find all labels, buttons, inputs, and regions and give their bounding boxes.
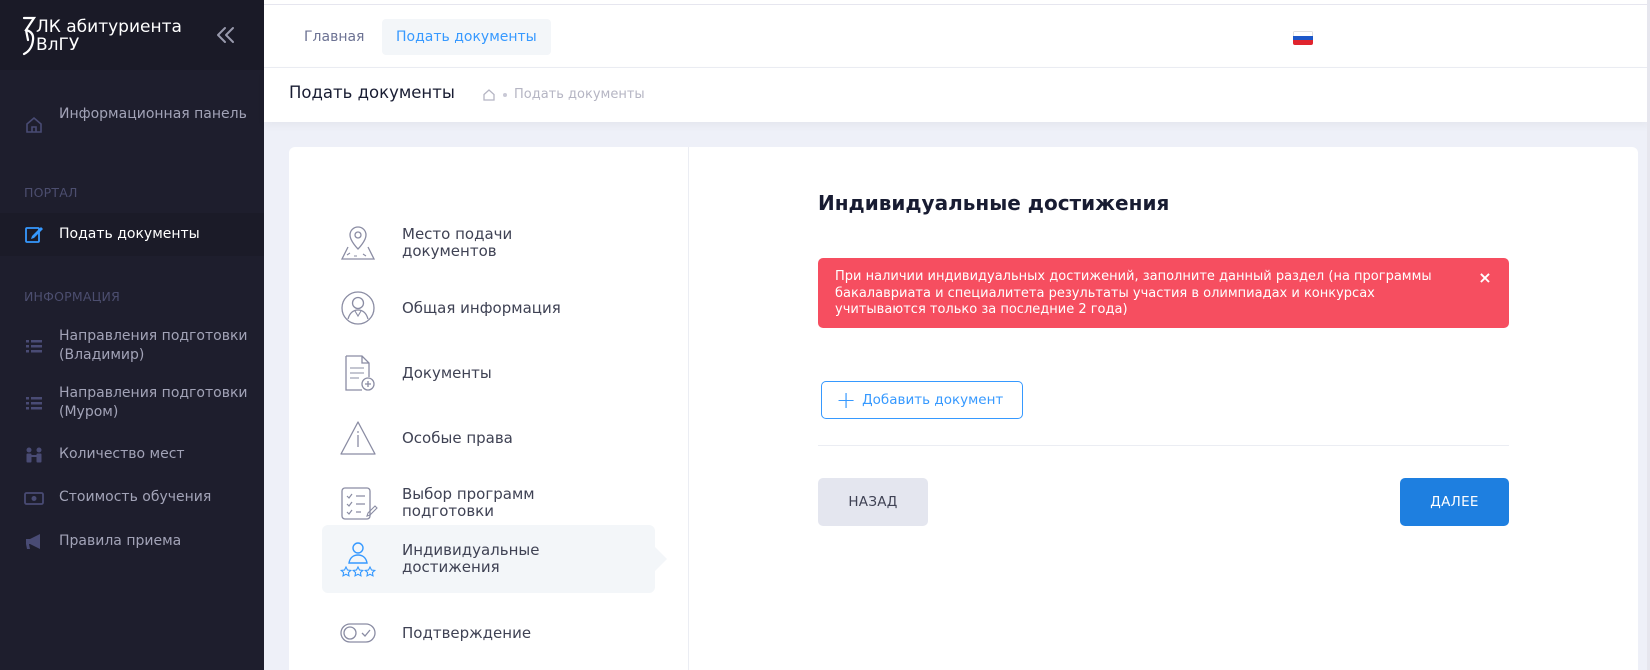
sidebar: ЛК абитуриента ВлГУ Информационная панел… (0, 0, 264, 670)
logo-mark-icon (22, 16, 36, 56)
money-icon (24, 488, 44, 508)
double-chevron-left-icon[interactable] (216, 26, 236, 44)
info-alert: При наличии индивидуальных достижений, з… (818, 258, 1509, 328)
section-title: Индивидуальные достижения (818, 191, 1170, 215)
back-button[interactable]: НАЗАД (818, 478, 928, 526)
wizard-steps: Место подачи документов Общая информация… (289, 147, 689, 670)
logo-text: ЛК абитуриента ВлГУ (36, 17, 182, 55)
sidebar-section-portal: ПОРТАЛ (24, 185, 78, 200)
sidebar-item-seats[interactable]: Количество мест (0, 441, 264, 469)
sidebar-item-programs-murom[interactable]: Направления подготовки (Муром) (0, 380, 264, 426)
breadcrumb-item[interactable]: Подать документы (514, 87, 645, 102)
wizard-step-label: Место подачи документов (402, 225, 513, 260)
wizard-step-label: Подтверждение (402, 623, 532, 642)
user-circle-icon (341, 291, 375, 325)
wizard-step-label: Индивидуальные достижения (402, 541, 540, 576)
megaphone-icon (24, 532, 44, 552)
sidebar-item-programs-vladimir[interactable]: Направления подготовки (Владимир) (0, 323, 264, 369)
wizard-step-individual-achievements[interactable]: Индивидуальные достижения (322, 525, 667, 593)
wizard-step-label: Документы (402, 363, 492, 382)
add-document-button[interactable]: + Добавить документ (821, 381, 1023, 419)
breadcrumb-separator (503, 92, 507, 97)
wizard-step-label: Выбор программ подготовки (402, 485, 535, 520)
alert-text: При наличии индивидуальных достижений, з… (835, 269, 1432, 317)
sidebar-item-label: Количество мест (59, 446, 185, 462)
subheader: Подать документы Подать документы (264, 68, 1650, 122)
map-pin-icon (340, 226, 376, 260)
home-icon (24, 115, 44, 135)
add-document-label: Добавить документ (862, 392, 1004, 408)
sidebar-item-label: Правила приема (59, 533, 182, 549)
achievement-icon (339, 542, 377, 577)
tab-home[interactable]: Главная (290, 19, 378, 55)
wizard-step-label: Особые права (402, 428, 513, 447)
tab-submit-documents[interactable]: Подать документы (382, 19, 551, 55)
breadcrumb: Подать документы (482, 87, 645, 102)
sidebar-section-info: ИНФОРМАЦИЯ (24, 289, 120, 304)
toggle-icon (340, 623, 376, 643)
people-icon (24, 445, 44, 465)
sidebar-item-label: Направления подготовки (Владимир) (59, 328, 248, 363)
sidebar-item-label: Подать документы (59, 226, 200, 242)
logo[interactable]: ЛК абитуриента ВлГУ (22, 16, 212, 56)
list-icon (24, 393, 44, 413)
wizard-step-general-info[interactable]: Общая информация (322, 274, 655, 342)
sidebar-item-submit-documents[interactable]: Подать документы (0, 213, 264, 256)
next-button[interactable]: ДАЛЕЕ (1400, 478, 1509, 526)
sidebar-item-tuition[interactable]: Стоимость обучения (0, 484, 264, 512)
wizard-step-documents[interactable]: Документы (322, 339, 655, 407)
sidebar-item-dashboard[interactable]: Информационная панель (0, 98, 264, 152)
wizard-card: Место подачи документов Общая информация… (289, 147, 1638, 670)
sidebar-item-label: Направления подготовки (Муром) (59, 385, 248, 420)
page-title: Подать документы (289, 83, 455, 102)
sidebar-item-label: Информационная панель (59, 106, 247, 122)
checklist-icon (341, 487, 378, 520)
edit-icon (24, 224, 44, 244)
list-icon (24, 336, 44, 356)
sidebar-item-label: Стоимость обучения (59, 489, 212, 505)
plus-icon: + (836, 386, 857, 414)
top-header: Главная Подать документы (264, 4, 1650, 68)
russian-flag-icon[interactable] (1293, 31, 1313, 45)
wizard-step-confirmation[interactable]: Подтверждение (322, 599, 655, 667)
wizard-step-submission-place[interactable]: Место подачи документов (322, 209, 655, 277)
sidebar-item-admission-rules[interactable]: Правила приема (0, 528, 264, 556)
home-icon[interactable] (482, 88, 496, 102)
sidebar-header: ЛК абитуриента ВлГУ (0, 0, 264, 70)
warning-icon (340, 421, 376, 455)
document-add-icon (345, 355, 375, 391)
close-icon[interactable]: × (1477, 270, 1493, 286)
divider (818, 445, 1509, 446)
wizard-step-special-rights[interactable]: Особые права (322, 404, 655, 472)
wizard-step-label: Общая информация (402, 298, 561, 317)
